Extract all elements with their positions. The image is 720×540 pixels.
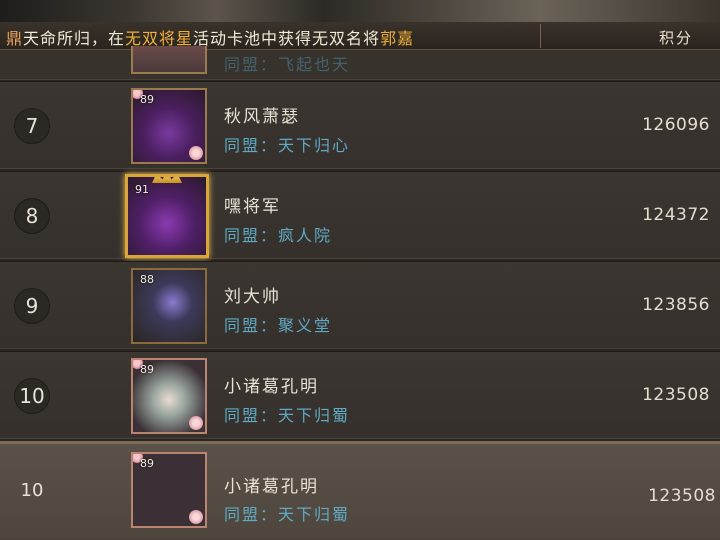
flower-ornament-icon (189, 146, 203, 160)
avatar-level: 88 (140, 273, 154, 286)
ticker-highlight-hero: 郭嘉 (380, 29, 415, 48)
player-name: 刘大帅 (224, 287, 281, 307)
crown-icon (152, 177, 182, 183)
avatar (131, 46, 207, 74)
avatar[interactable]: 88 (131, 268, 207, 344)
alliance-label: 同盟：聚义堂 (224, 316, 333, 335)
score-value: 123508 (642, 385, 710, 405)
ranking-row[interactable]: 8 91 嘿将军 同盟：疯人院 124372 (0, 171, 720, 259)
score-column-header: 积分 (659, 29, 694, 47)
avatar-level: 89 (140, 363, 154, 376)
player-name: 小诸葛孔明 (224, 477, 319, 497)
flower-ornament-icon (189, 416, 203, 430)
flower-ornament-icon (189, 510, 203, 524)
rank-badge: 7 (14, 108, 50, 144)
score-value: 123856 (642, 295, 710, 315)
player-name: 嘿将军 (224, 197, 281, 217)
announcement-ticker: 鼎天命所归，在无双将星活动卡池中获得无双名将郭嘉 积分 (0, 22, 720, 50)
alliance-label: 同盟：天下归心 (224, 136, 351, 155)
alliance-label: 同盟：天下归蜀 (224, 505, 351, 524)
header-divider (540, 24, 541, 48)
alliance-label: 同盟：天下归蜀 (224, 406, 351, 425)
score-value: 126096 (642, 115, 710, 135)
ranking-row[interactable]: 7 89 秋风萧瑟 同盟：天下归心 126096 (0, 81, 720, 169)
ranking-list[interactable]: 同盟：飞起也天 7 89 秋风萧瑟 同盟：天下归心 126096 8 91 嘿将… (0, 46, 720, 540)
player-name: 小诸葛孔明 (224, 377, 319, 397)
ticker-text-part-1: 天命所归，在 (23, 29, 126, 48)
background-scenery (0, 0, 720, 22)
avatar-level: 89 (140, 457, 154, 470)
rank-number: 10 (20, 480, 44, 501)
avatar[interactable]: 89 (131, 88, 207, 164)
ticker-prefix: 鼎 (6, 29, 24, 48)
avatar[interactable]: 91 (125, 174, 209, 258)
rank-badge: 8 (14, 198, 50, 234)
my-ranking-row[interactable]: 10 89 小诸葛孔明 同盟：天下归蜀 123508 (0, 441, 720, 540)
avatar[interactable]: 89 (131, 452, 207, 528)
rank-badge: 10 (14, 378, 50, 414)
ranking-row[interactable]: 10 89 小诸葛孔明 同盟：天下归蜀 123508 (0, 351, 720, 439)
list-item-partial[interactable]: 同盟：飞起也天 (0, 46, 720, 80)
alliance-label: 同盟：飞起也天 (224, 55, 351, 74)
rank-badge: 9 (14, 288, 50, 324)
score-value: 123508 (648, 486, 716, 506)
avatar[interactable]: 89 (131, 358, 207, 434)
announcement-text: 鼎天命所归，在无双将星活动卡池中获得无双名将郭嘉 (6, 25, 414, 49)
alliance-label: 同盟：疯人院 (224, 226, 333, 245)
avatar-level: 91 (135, 183, 149, 196)
avatar-level: 89 (140, 93, 154, 106)
score-value: 124372 (642, 205, 710, 225)
ticker-text-part-3: 活动卡池中获得无双名将 (193, 29, 381, 48)
player-name: 秋风萧瑟 (224, 107, 300, 127)
ranking-row[interactable]: 9 88 刘大帅 同盟：聚义堂 123856 (0, 261, 720, 349)
